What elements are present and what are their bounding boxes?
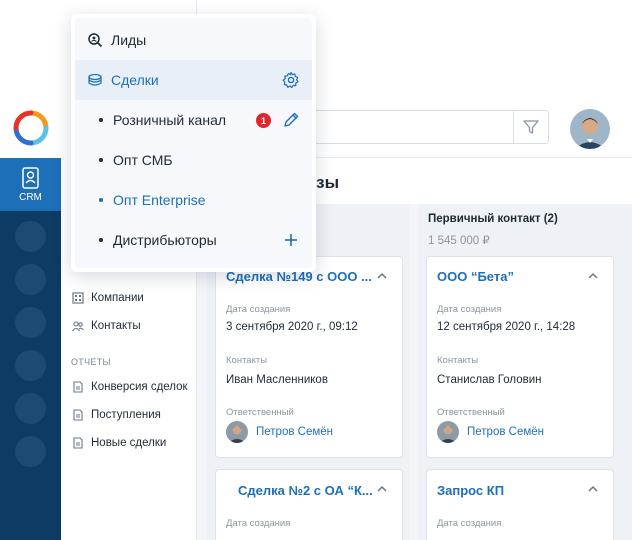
- field-value: 12 сентября 2020 г., 14:28: [437, 321, 576, 333]
- user-photo-icon: [226, 421, 248, 443]
- rail-item-label: CRM: [19, 192, 42, 203]
- deal-card-title[interactable]: ООО “Бета”: [437, 269, 514, 284]
- nav-item-label: Новые сделки: [91, 437, 167, 449]
- user-photo-icon: [570, 109, 610, 149]
- field-value: Станислав Головин: [437, 374, 542, 386]
- dropdown-item-deals[interactable]: Сделки: [75, 60, 312, 100]
- building-icon: [72, 292, 84, 304]
- bullet: [99, 198, 103, 202]
- app-logo: [13, 110, 49, 146]
- contact-book-icon: [22, 167, 39, 189]
- pencil-icon[interactable]: [282, 111, 300, 129]
- rail-dark-area: [0, 158, 61, 540]
- column-title: Первичный контакт (2): [428, 213, 558, 225]
- filter-button[interactable]: [513, 110, 549, 144]
- field-value: 3 сентября 2020 г., 09:12: [226, 321, 358, 333]
- field-label: Ответственный: [437, 407, 505, 418]
- owner-link[interactable]: Петров Семён: [437, 421, 544, 443]
- rail-item[interactable]: [15, 350, 46, 381]
- deal-card[interactable]: ООО “Бета” Дата создания 12 сентября 202…: [426, 256, 614, 458]
- avatar: [226, 421, 248, 443]
- contacts-icon: [72, 321, 84, 332]
- field-label: Дата создания: [226, 304, 291, 315]
- bullet: [99, 238, 103, 242]
- chevron-up-icon[interactable]: [587, 483, 599, 495]
- notification-badge: 1: [256, 113, 271, 128]
- nav-item-contacts[interactable]: Контакты: [72, 320, 141, 332]
- rail-item[interactable]: [15, 307, 46, 338]
- dropdown-item-leads[interactable]: Лиды: [75, 20, 312, 60]
- nav-item-label: Конверсия сделок: [91, 381, 188, 393]
- chevron-up-icon[interactable]: [376, 270, 388, 282]
- document-icon: [73, 409, 83, 421]
- nav-item-label: Контакты: [91, 320, 141, 332]
- avatar: [437, 421, 459, 443]
- rail-item[interactable]: [15, 221, 46, 252]
- dropdown-item-label: Опт Enterprise: [113, 192, 206, 208]
- nav-item-deal-conversion[interactable]: Конверсия сделок: [72, 381, 188, 393]
- gear-icon[interactable]: [282, 71, 300, 89]
- dropdown-item-opt-smb[interactable]: Опт СМБ: [75, 140, 312, 180]
- filter-icon: [523, 120, 539, 134]
- dropdown-item-retail[interactable]: Розничный канал 1: [75, 100, 312, 140]
- rail-item-crm[interactable]: CRM: [0, 158, 61, 211]
- field-label: Контакты: [226, 355, 268, 366]
- stack-icon: [88, 73, 102, 86]
- deal-card-title[interactable]: Запрос КП: [437, 483, 504, 498]
- user-photo-icon: [437, 421, 459, 443]
- field-label: Дата создания: [437, 304, 502, 315]
- deal-card-title[interactable]: Сделка №2 с ОА “К...: [238, 483, 373, 498]
- plus-icon[interactable]: [282, 231, 300, 249]
- user-avatar[interactable]: [570, 109, 610, 149]
- dropdown-item-label: Опт СМБ: [113, 152, 173, 168]
- nav-item-income[interactable]: Поступления: [72, 409, 161, 421]
- dropdown-item-label: Сделки: [111, 72, 159, 88]
- bullet: [99, 118, 103, 122]
- nav-item-new-deals[interactable]: Новые сделки: [72, 437, 166, 449]
- rail-item[interactable]: [15, 393, 46, 424]
- chevron-up-icon[interactable]: [587, 270, 599, 282]
- dropdown-item-opt-enterprise[interactable]: Опт Enterprise: [75, 180, 312, 220]
- owner-name: Петров Семён: [467, 426, 544, 438]
- nav-section-reports: ОТЧЕТЫ: [71, 357, 111, 367]
- nav-item-companies[interactable]: Компании: [72, 292, 144, 304]
- field-label: Контакты: [437, 355, 479, 366]
- rail-item[interactable]: [15, 264, 46, 295]
- dropdown-item-label: Лиды: [111, 32, 147, 48]
- column-sum: 1 545 000 ₽: [428, 235, 490, 247]
- dropdown-item-distributors[interactable]: Дистрибьюторы: [75, 220, 312, 260]
- bullet: [99, 158, 103, 162]
- deal-card[interactable]: Сделка №2 с ОА “К... Дата создания: [215, 469, 403, 540]
- nav-item-label: Поступления: [91, 409, 161, 421]
- deal-card[interactable]: Сделка №149 с ООО ... Дата создания 3 се…: [215, 256, 403, 458]
- deal-card[interactable]: Запрос КП Дата создания: [426, 469, 614, 540]
- pipeline-dropdown: Лиды Сделки Розничный канал 1 Опт СМБ Оп…: [71, 14, 316, 272]
- dropdown-item-label: Дистрибьюторы: [113, 232, 217, 248]
- search-icon: [88, 33, 103, 48]
- field-label: Дата создания: [226, 518, 291, 529]
- field-label: Ответственный: [226, 407, 294, 418]
- field-label: Дата создания: [437, 518, 502, 529]
- dropdown-item-label: Розничный канал: [113, 112, 227, 128]
- owner-link[interactable]: Петров Семён: [226, 421, 333, 443]
- document-icon: [73, 437, 83, 449]
- chevron-up-icon[interactable]: [376, 483, 388, 495]
- nav-item-label: Компании: [91, 292, 144, 304]
- owner-name: Петров Семён: [256, 426, 333, 438]
- field-value: Иван Масленников: [226, 374, 328, 386]
- document-icon: [73, 381, 83, 393]
- rail-item[interactable]: [15, 436, 46, 467]
